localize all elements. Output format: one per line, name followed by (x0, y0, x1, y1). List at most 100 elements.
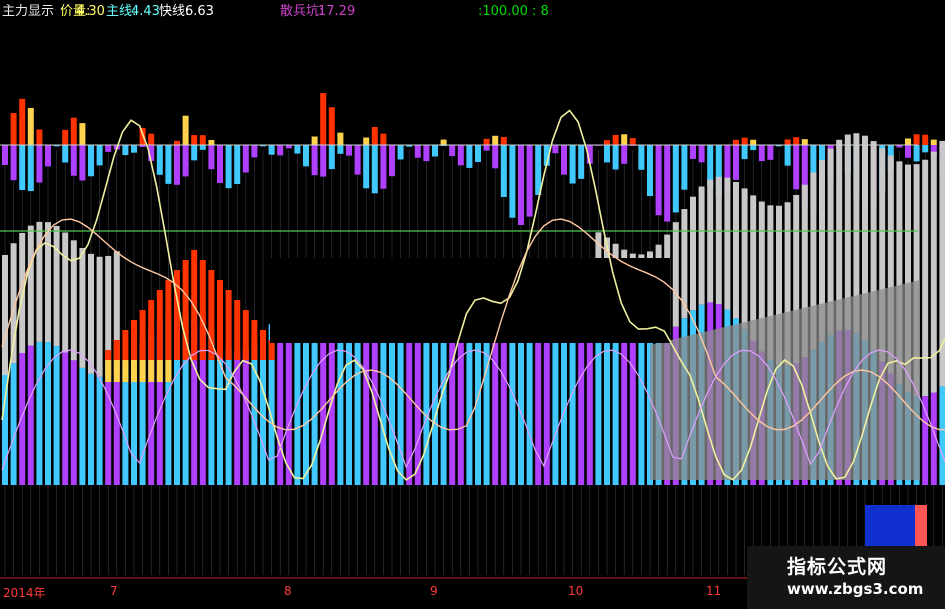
pyramid-bar (131, 320, 137, 360)
momentum-bar-down (19, 145, 26, 190)
pyramid-bar (148, 300, 155, 360)
momentum-bar-up (10, 112, 17, 145)
volume-bar (363, 331, 370, 485)
momentum-bar-up (801, 139, 808, 145)
pyramid-base-bar (122, 360, 129, 382)
momentum-bar-down (681, 145, 688, 190)
momentum-bar-down (698, 145, 705, 163)
momentum-bar-down (526, 145, 533, 217)
momentum-bar-up (612, 135, 619, 145)
momentum-bar-down (552, 145, 559, 154)
volume-bar-gray (62, 232, 69, 353)
volume-bar (500, 328, 507, 485)
momentum-bar-down (27, 145, 34, 192)
momentum-bar-down (432, 145, 438, 157)
momentum-bar-down (647, 145, 653, 197)
momentum-bar-up (311, 136, 318, 145)
momentum-bar-down (664, 145, 671, 222)
momentum-bar-down (217, 145, 223, 184)
momentum-bar-down (569, 145, 576, 184)
momentum-bar-down (320, 145, 327, 177)
volume-bar-gray (70, 240, 77, 361)
momentum-bar-up (922, 134, 929, 145)
momentum-bar-down (174, 145, 180, 185)
momentum-bar-down (45, 145, 51, 167)
momentum-bar-down (234, 145, 241, 185)
pyramid-bar (156, 290, 163, 360)
pyramid-base-bar (113, 360, 120, 382)
momentum-bar-down (690, 145, 696, 159)
momentum-bar-down (509, 145, 516, 218)
pyramid-bar (251, 320, 258, 360)
momentum-bar-up (913, 134, 920, 145)
volume-bar-gray (707, 179, 714, 303)
volume-bar-gray (733, 182, 739, 319)
time-label-jul: 7 (110, 584, 118, 598)
momentum-bar-up (750, 139, 757, 145)
momentum-bar-down (483, 145, 490, 151)
pyramid-bar (225, 290, 232, 360)
momentum-bar-up (337, 132, 344, 145)
momentum-bar-down (561, 145, 567, 175)
momentum-bar-down (733, 145, 739, 180)
volume-bar (638, 340, 645, 485)
indicator-chart (0, 93, 945, 579)
momentum-bar-down (122, 145, 129, 156)
time-label-sep: 9 (430, 584, 438, 598)
momentum-bar-up (199, 135, 206, 145)
momentum-bar-down (242, 145, 249, 173)
momentum-bar-up (70, 117, 77, 145)
signal-bar-red (915, 505, 927, 550)
momentum-bar-down (784, 145, 791, 166)
pyramid-bar (165, 280, 172, 360)
momentum-bar-up (320, 93, 327, 145)
volume-bar (509, 330, 516, 485)
volume-bar (526, 323, 533, 485)
momentum-bar-down (518, 145, 524, 225)
ref-value: :100.00 : 8 (478, 4, 549, 19)
volume-bar-gray (19, 232, 26, 353)
volume-bar-gray (741, 188, 748, 330)
momentum-bar-down (199, 145, 206, 150)
momentum-bar-down (457, 145, 464, 166)
momentum-bar-down (492, 145, 499, 169)
pyramid-bar (113, 340, 120, 360)
momentum-bar-up (36, 129, 43, 145)
momentum-bar-down (251, 145, 258, 158)
momentum-bar-down (500, 145, 507, 197)
momentum-bar-down (346, 145, 352, 156)
volume-bar-gray (922, 159, 929, 397)
momentum-bar-down (182, 145, 189, 177)
momentum-bar-up (380, 133, 387, 145)
volume-bar (53, 345, 60, 485)
volume-bar-gray (45, 222, 51, 343)
momentum-bar-down (758, 145, 765, 162)
momentum-bar-down (414, 145, 421, 158)
momentum-bar-down (905, 145, 911, 158)
volume-bar (70, 360, 77, 485)
watermark: 指标公式网 www.zbgs3.com (747, 546, 945, 609)
momentum-bar-down (105, 145, 112, 152)
volume-bar (629, 335, 636, 485)
volume-bar (36, 341, 43, 485)
retail-value: 17.29 (318, 4, 356, 19)
indicator-name: 主力显示 (2, 4, 55, 19)
volume-bar-gray (690, 196, 696, 311)
momentum-bar-up (733, 139, 739, 145)
pyramid-base-bar (165, 360, 172, 382)
volume-bar (939, 386, 945, 485)
momentum-bar-down (578, 145, 585, 179)
pyramid-bar (217, 280, 223, 360)
momentum-bar-down (793, 145, 800, 190)
momentum-bar-up (905, 138, 911, 145)
momentum-bar-down (475, 145, 481, 163)
momentum-bar-down (311, 145, 318, 176)
pyramid-base-bar (139, 360, 146, 382)
watermark-title: 指标公式网 (787, 556, 888, 578)
momentum-bar-down (750, 145, 757, 151)
volume-bar (113, 371, 120, 485)
momentum-bar-down (535, 145, 542, 195)
momentum-bar-down (337, 145, 344, 154)
volume-bar (45, 342, 51, 485)
momentum-bar-down (655, 145, 662, 216)
